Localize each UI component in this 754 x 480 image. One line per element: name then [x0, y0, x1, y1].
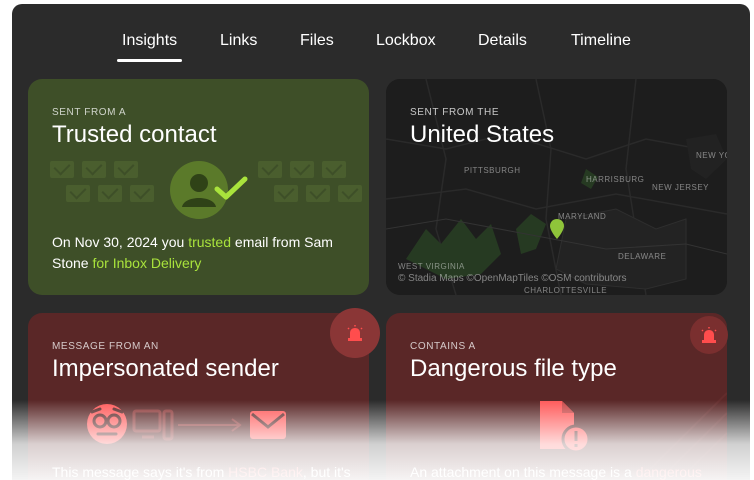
map-label-new-jersey: NEW JERSEY: [652, 183, 710, 192]
tab-lockbox[interactable]: Lockbox: [376, 32, 436, 50]
map-label-harrisburg: HARRISBURG: [586, 175, 645, 184]
tab-timeline[interactable]: Timeline: [571, 32, 631, 50]
map-label-west-virginia: WEST VIRGINIA: [398, 262, 465, 271]
tab-links[interactable]: Links: [220, 32, 257, 50]
trusted-description: On Nov 30, 2024 you trusted email from S…: [52, 234, 333, 271]
tab-details[interactable]: Details: [478, 32, 527, 50]
location-pin-icon: [550, 219, 564, 239]
hsbc-link[interactable]: HSBC Bank: [228, 464, 303, 480]
filetype-description: An attachment on this message is a dange…: [410, 464, 702, 480]
tab-bar: Insights Links Files Lockbox Details Tim…: [12, 4, 750, 76]
impersonator-icon: [87, 404, 127, 444]
map-label-delaware: DELAWARE: [618, 252, 667, 261]
card-label: MESSAGE FROM AN: [52, 341, 159, 352]
map-label-pittsburgh: PITTSBURGH: [464, 166, 521, 175]
impersonated-description: This message says it's from HSBC Bank, b…: [52, 464, 351, 480]
envelope-icon: [250, 411, 286, 439]
insights-panel: Insights Links Files Lockbox Details Tim…: [12, 4, 750, 480]
map-label-maryland: MARYLAND: [558, 212, 607, 221]
inbox-delivery-link[interactable]: for Inbox Delivery: [92, 255, 201, 271]
alarm-icon[interactable]: [690, 316, 728, 354]
computer-icon: [132, 409, 174, 441]
sender-country-card[interactable]: PITTSBURGH NEW YORK HARRISBURG NEW JERSE…: [386, 79, 727, 295]
checkmark-icon: [214, 176, 248, 200]
map-attribution: © Stadia Maps ©OpenMapTiles ©OSM contrib…: [398, 273, 627, 284]
impersonated-sender-card[interactable]: MESSAGE FROM AN Impersonated sender: [28, 313, 369, 480]
dangerous-file-card[interactable]: CONTAINS A Dangerous file type: [386, 313, 727, 480]
trusted-contact-card[interactable]: SENT FROM A Trusted contact On Nov 30, 2…: [28, 79, 369, 295]
card-title: Dangerous file type: [410, 355, 617, 382]
card-label: SENT FROM A: [52, 107, 127, 118]
card-label: SENT FROM THE: [410, 107, 500, 118]
map-label-charlottesville: CHARLOTTESVILLE: [524, 286, 608, 295]
alarm-icon[interactable]: [330, 308, 380, 358]
dangerous-link[interactable]: dangerous: [636, 464, 702, 480]
card-title: Trusted contact: [52, 121, 217, 148]
trusted-link[interactable]: trusted: [188, 234, 231, 250]
card-label: CONTAINS A: [410, 341, 476, 352]
card-title: United States: [410, 121, 555, 148]
tab-files[interactable]: Files: [300, 32, 334, 50]
arrow-right-icon: [178, 418, 242, 432]
card-title: Impersonated sender: [52, 355, 279, 382]
dangerous-file-icon: [540, 401, 591, 454]
map-label-new-york: NEW YORK: [696, 151, 727, 160]
tab-insights[interactable]: Insights: [116, 32, 183, 62]
